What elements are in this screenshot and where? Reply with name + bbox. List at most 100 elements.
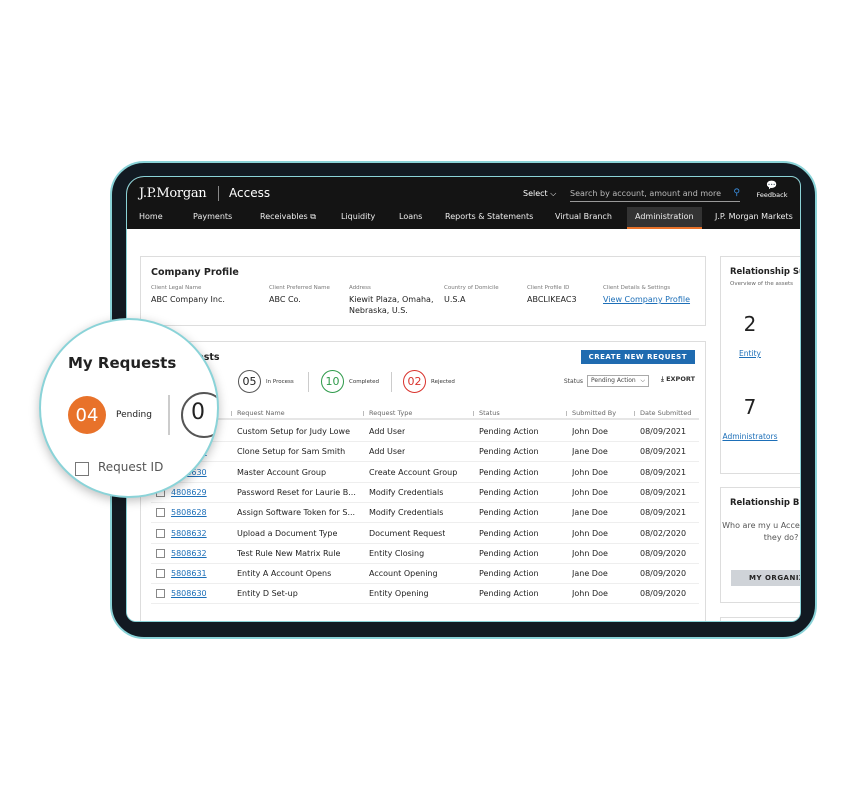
my-organization-button[interactable]: MY ORGANIZA	[731, 570, 800, 586]
top-bar: J.P.Morgan Access Select ⌵ Search by acc…	[127, 177, 800, 229]
table-row[interactable]: 5808632 Test Rule New Matrix Rule Entity C…	[151, 544, 699, 564]
field-value: ABCLIKEAC3	[527, 295, 577, 304]
field-value: Kiewit Plaza, Omaha, Nebraska, U.S.	[349, 295, 434, 315]
submitted-by: John Doe	[572, 487, 608, 497]
logo-divider	[218, 186, 219, 201]
jpmorgan-logo[interactable]: J.P.Morgan	[139, 186, 207, 201]
row-checkbox[interactable]	[156, 589, 165, 599]
table-row[interactable]: 5808628 Assign Software Token for S... Mod…	[151, 503, 699, 524]
table-row[interactable]: 5808631 Entity A Account Opens Account Ope…	[151, 564, 699, 585]
my-requests-card: My Requests CREATE NEW REQUEST 05 In Pro…	[140, 341, 706, 621]
col-date-submitted[interactable]: Date Submitted	[633, 409, 691, 417]
company-profile-title: Company Profile	[151, 267, 239, 278]
date-submitted: 08/09/2021	[640, 447, 687, 457]
row-checkbox[interactable]	[156, 548, 165, 558]
request-type: Entity Opening	[369, 589, 429, 599]
field-value: U.S.A	[444, 295, 466, 304]
table-row[interactable]: 5808630 Entity D Set-up Entity Opening Pend…	[151, 584, 699, 605]
pending-count-badge[interactable]: 04	[68, 396, 106, 434]
stat-completed[interactable]: 10 Completed	[321, 370, 379, 393]
select-dropdown[interactable]: Select ⌵	[523, 189, 556, 199]
table-row[interactable]: 4808630Master Account GroupCreate Accoun…	[151, 463, 699, 483]
field-label: Client Profile ID	[527, 285, 570, 291]
stat-in-process[interactable]: 05 In Process	[238, 370, 294, 393]
request-type: Create Account Group	[369, 467, 458, 477]
completed-count: 10	[321, 370, 344, 393]
create-new-request-button[interactable]: CREATE NEW REQUEST	[580, 350, 695, 364]
relationship-summary-title: Relationship Su	[730, 267, 801, 277]
date-submitted: 08/09/2020	[640, 589, 687, 599]
submitted-by: John Doe	[572, 467, 608, 477]
main-content: Company Profile Client Legal Name ABC Co…	[127, 229, 801, 621]
date-submitted: 08/09/2021	[640, 467, 687, 477]
table-row[interactable]: 4808629 Password Reset for Laurie B... Mod…	[151, 483, 699, 503]
col-submitted-by[interactable]: Submitted By	[565, 409, 616, 417]
request-name: Entity D Set-up	[237, 589, 298, 599]
date-submitted: 08/02/2020	[640, 528, 687, 538]
nav-liquidity[interactable]: Liquidity	[341, 207, 375, 229]
magnified-request-id-header: Request ID	[98, 460, 164, 474]
nav-receivables[interactable]: Receivables ⧉	[260, 207, 316, 229]
request-id-link[interactable]: 5808628	[171, 508, 207, 517]
stat-rejected[interactable]: 02 Rejected	[403, 370, 455, 393]
row-checkbox[interactable]	[156, 569, 165, 579]
request-id-link[interactable]: 5808632	[171, 529, 207, 538]
relationship-brief-title: Relationship Br	[730, 498, 801, 508]
status-filter-label: Status	[563, 377, 583, 385]
nav-home[interactable]: Home	[139, 207, 163, 229]
nav-loans[interactable]: Loans	[399, 207, 422, 229]
completed-label: Completed	[349, 378, 379, 385]
row-checkbox[interactable]	[156, 528, 165, 538]
field-profile-id: Client Profile ID ABCLIKEAC3	[527, 285, 577, 305]
request-name: Upload a Document Type	[237, 528, 338, 538]
request-status: Pending Action	[479, 528, 539, 538]
table-row[interactable]: 4808631Clone Setup for Sam SmithAdd User…	[151, 442, 699, 463]
field-label: Address	[349, 285, 371, 291]
nav-jpm-markets[interactable]: J.P. Morgan Markets	[715, 207, 793, 229]
request-status: Pending Action	[479, 427, 539, 436]
col-request-type[interactable]: Request Type	[362, 409, 412, 417]
row-checkbox[interactable]	[156, 508, 165, 518]
entity-link[interactable]: Entity	[706, 349, 794, 358]
submitted-by: Jane Doe	[572, 447, 608, 457]
request-type: Entity Closing	[369, 548, 425, 558]
request-id-link[interactable]: 5808631	[171, 569, 207, 578]
status-select[interactable]: Pending Action ⌵	[587, 375, 649, 387]
view-company-profile-link[interactable]: View Company Profile	[603, 294, 690, 305]
nav-reports-statements[interactable]: Reports & Statements	[445, 207, 533, 229]
status-select-value: Pending Action	[591, 377, 636, 384]
table-row[interactable]: 4808632Custom Setup for Judy LoweAdd Use…	[151, 422, 699, 442]
request-type: Modify Credentials	[369, 508, 444, 518]
field-legal-name: Client Legal Name ABC Company Inc.	[151, 285, 225, 305]
nav-virtual-branch[interactable]: Virtual Branch	[555, 207, 612, 229]
feedback-button[interactable]: 💬 Feedback	[755, 181, 789, 199]
search-input[interactable]: Search by account, amount and more ⚲	[570, 187, 740, 202]
request-name: Entity A Account Opens	[237, 569, 332, 579]
request-type: Add User	[369, 447, 406, 457]
nav-administration[interactable]: Administration	[627, 207, 702, 229]
table-row[interactable]: 5808632 Upload a Document Type Document Re…	[151, 524, 699, 544]
stat-divider	[168, 395, 170, 435]
relationship-summary-card: Relationship Su Overview of the assets 2…	[720, 256, 801, 474]
select-label: Select	[523, 189, 548, 198]
request-id-link[interactable]: 5808632	[171, 549, 207, 558]
request-type: Add User	[369, 427, 406, 436]
field-preferred-name: Client Preferred Name ABC Co.	[269, 285, 330, 305]
select-all-checkbox[interactable]	[75, 462, 89, 476]
col-status[interactable]: Status	[473, 409, 500, 417]
export-button[interactable]: ⤓ EXPORT	[661, 375, 695, 384]
request-id-link[interactable]: 5808630	[171, 589, 207, 598]
request-type: Modify Credentials	[369, 487, 444, 497]
submitted-by: John Doe	[572, 548, 608, 558]
right-card-partial	[720, 617, 800, 621]
administrators-link[interactable]: Administrators	[706, 432, 794, 441]
magnified-my-requests-title: My Requests	[68, 354, 177, 372]
nav-payments[interactable]: Payments	[193, 207, 232, 229]
request-name: Clone Setup for Sam Smith	[237, 447, 346, 457]
rejected-count: 02	[403, 370, 426, 393]
col-request-name[interactable]: Request Name	[231, 409, 285, 417]
field-label: Client Details & Settings	[603, 285, 671, 291]
app-screen: J.P.Morgan Access Select ⌵ Search by acc…	[126, 176, 801, 622]
search-icon[interactable]: ⚲	[733, 188, 740, 198]
search-placeholder: Search by account, amount and more	[570, 189, 722, 198]
